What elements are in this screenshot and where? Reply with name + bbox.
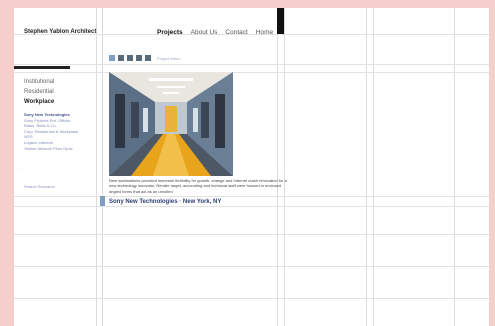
grid-guide (454, 8, 455, 326)
gallery-thumbnail[interactable] (136, 55, 142, 61)
grid-guide (14, 64, 489, 65)
grid-guide (284, 8, 285, 326)
grid-guide (14, 206, 489, 207)
gallery-thumbnail[interactable] (109, 55, 115, 61)
thumbnail-strip: Project Menu (109, 55, 181, 61)
guide-mark: · (17, 166, 19, 172)
category-workplace[interactable]: Workplace (24, 97, 54, 107)
grid-guide (373, 8, 374, 326)
caption-location: New York, NY (182, 199, 222, 205)
grid-guide (14, 266, 489, 267)
guide-mark: · (279, 168, 281, 174)
project-description: New workstations provided immense flexib… (109, 178, 287, 194)
nav-item-contact[interactable]: Contact (225, 29, 247, 36)
caption-project-name: Sony New Technologies (109, 199, 178, 205)
project-list: Sony New Technologies Sony Pictures Ent.… (24, 112, 78, 151)
grid-guide (102, 8, 103, 326)
gallery-thumbnail[interactable] (127, 55, 133, 61)
grid-guide (96, 8, 97, 326)
brand-underline (14, 66, 70, 69)
category-residential[interactable]: Residential (24, 87, 54, 97)
main-nav: Projects About Us Contact Home (157, 29, 273, 36)
project-caption: Sony New Technologies · New York, NY (109, 199, 221, 205)
grid-guide (277, 8, 278, 326)
category-list: Institutional Residential Workplace (24, 77, 54, 107)
thumbs-link[interactable]: Project Menu (157, 56, 181, 61)
gallery-thumbnail[interactable] (118, 55, 124, 61)
project-link[interactable]: Yablon Network Fiber Optic (24, 146, 78, 152)
project-photo (109, 72, 233, 176)
grid-guide (14, 196, 489, 197)
nav-item-home[interactable]: Home (256, 29, 273, 36)
nav-item-about-us[interactable]: About Us (191, 29, 218, 36)
caption-marker (100, 196, 105, 206)
grid-guide (14, 72, 489, 73)
web-page: Stephen Yablon Architect Projects About … (14, 8, 489, 326)
search-research-link[interactable]: Search Research (24, 184, 55, 189)
grid-guide (14, 298, 489, 299)
grid-guide (366, 8, 367, 326)
site-brand[interactable]: Stephen Yablon Architect (24, 29, 96, 35)
nav-item-projects[interactable]: Projects (157, 29, 183, 36)
header-black-bar (277, 8, 284, 34)
category-institutional[interactable]: Institutional (24, 77, 54, 87)
grid-guide (14, 234, 489, 235)
gallery-thumbnail[interactable] (145, 55, 151, 61)
